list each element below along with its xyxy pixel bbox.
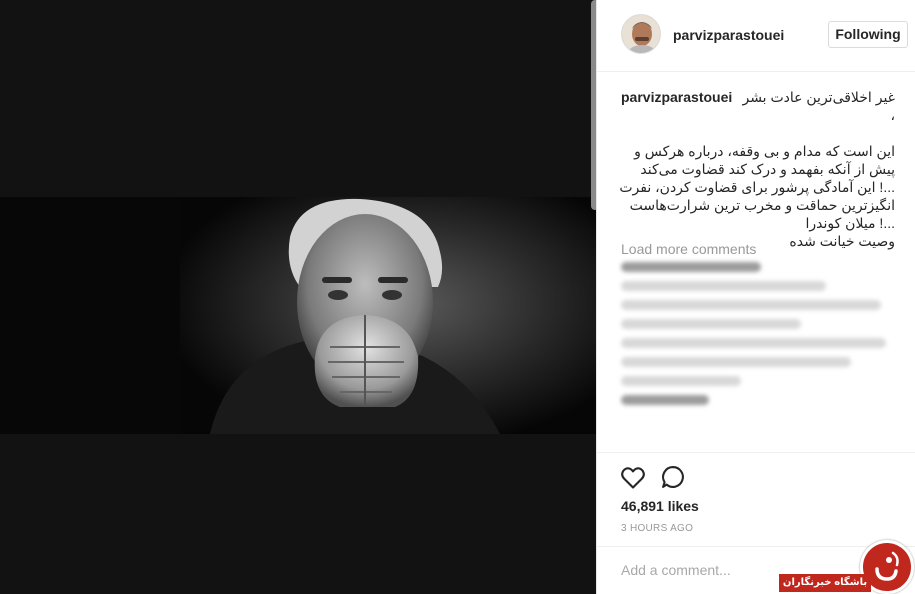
following-button[interactable]: Following [828,21,908,48]
blurred-comments-list [621,262,895,414]
list-item [621,300,881,310]
post-timestamp[interactable]: 3 HOURS AGO [621,523,693,534]
caption-line: این است که مدام و بی وقفه، درباره هرکس و [634,143,895,159]
list-item [621,338,886,348]
post-header: parvizparastouei Following [597,0,915,72]
post-actions: 46,891 likes 3 HOURS AGO [597,452,915,538]
post-side-panel: parvizparastouei Following غیر اخلاقی‌تر… [596,0,915,594]
caption-line: ...! میلان کوندرا [805,215,896,231]
watermark-label: باشگاه خبرنگاران [779,574,871,592]
list-item [621,357,851,367]
list-item [621,319,801,329]
post-username[interactable]: parvizparastouei [673,27,784,43]
list-item [621,376,741,386]
caption-first-line: غیر اخلاقی‌ترین عادت بشر ، parvizparasto… [621,88,895,124]
caption-line: پیش از آنکه بفهمد و درک کند قضاوت می‌کند [640,161,895,177]
post-photo[interactable] [0,197,596,434]
heart-icon[interactable] [619,463,647,491]
caption-first-text: غیر اخلاقی‌ترین عادت بشر ، [742,89,895,123]
caption-body: این است که مدام و بی وقفه، درباره هرکس و… [619,142,896,250]
list-item [621,281,826,291]
post-caption: غیر اخلاقی‌ترین عادت بشر ، parvizparasto… [619,88,896,250]
comment-icon[interactable] [659,463,687,491]
list-item [621,395,709,405]
caption-line: انگیزترین حماقت و مخرب ترین شرارت‌هاست [629,197,895,213]
caption-line: ...! این آمادگی پرشور برای قضاوت کردن، ن… [619,179,895,195]
avatar[interactable] [621,14,661,54]
list-item [621,262,761,272]
media-area [0,0,596,594]
likes-count[interactable]: 46,891 likes [621,498,699,514]
caption-username[interactable]: parvizparastouei [621,88,732,124]
portrait-image [0,197,596,434]
avatar-portrait [622,15,660,53]
load-more-comments-link[interactable]: Load more comments [621,241,756,257]
